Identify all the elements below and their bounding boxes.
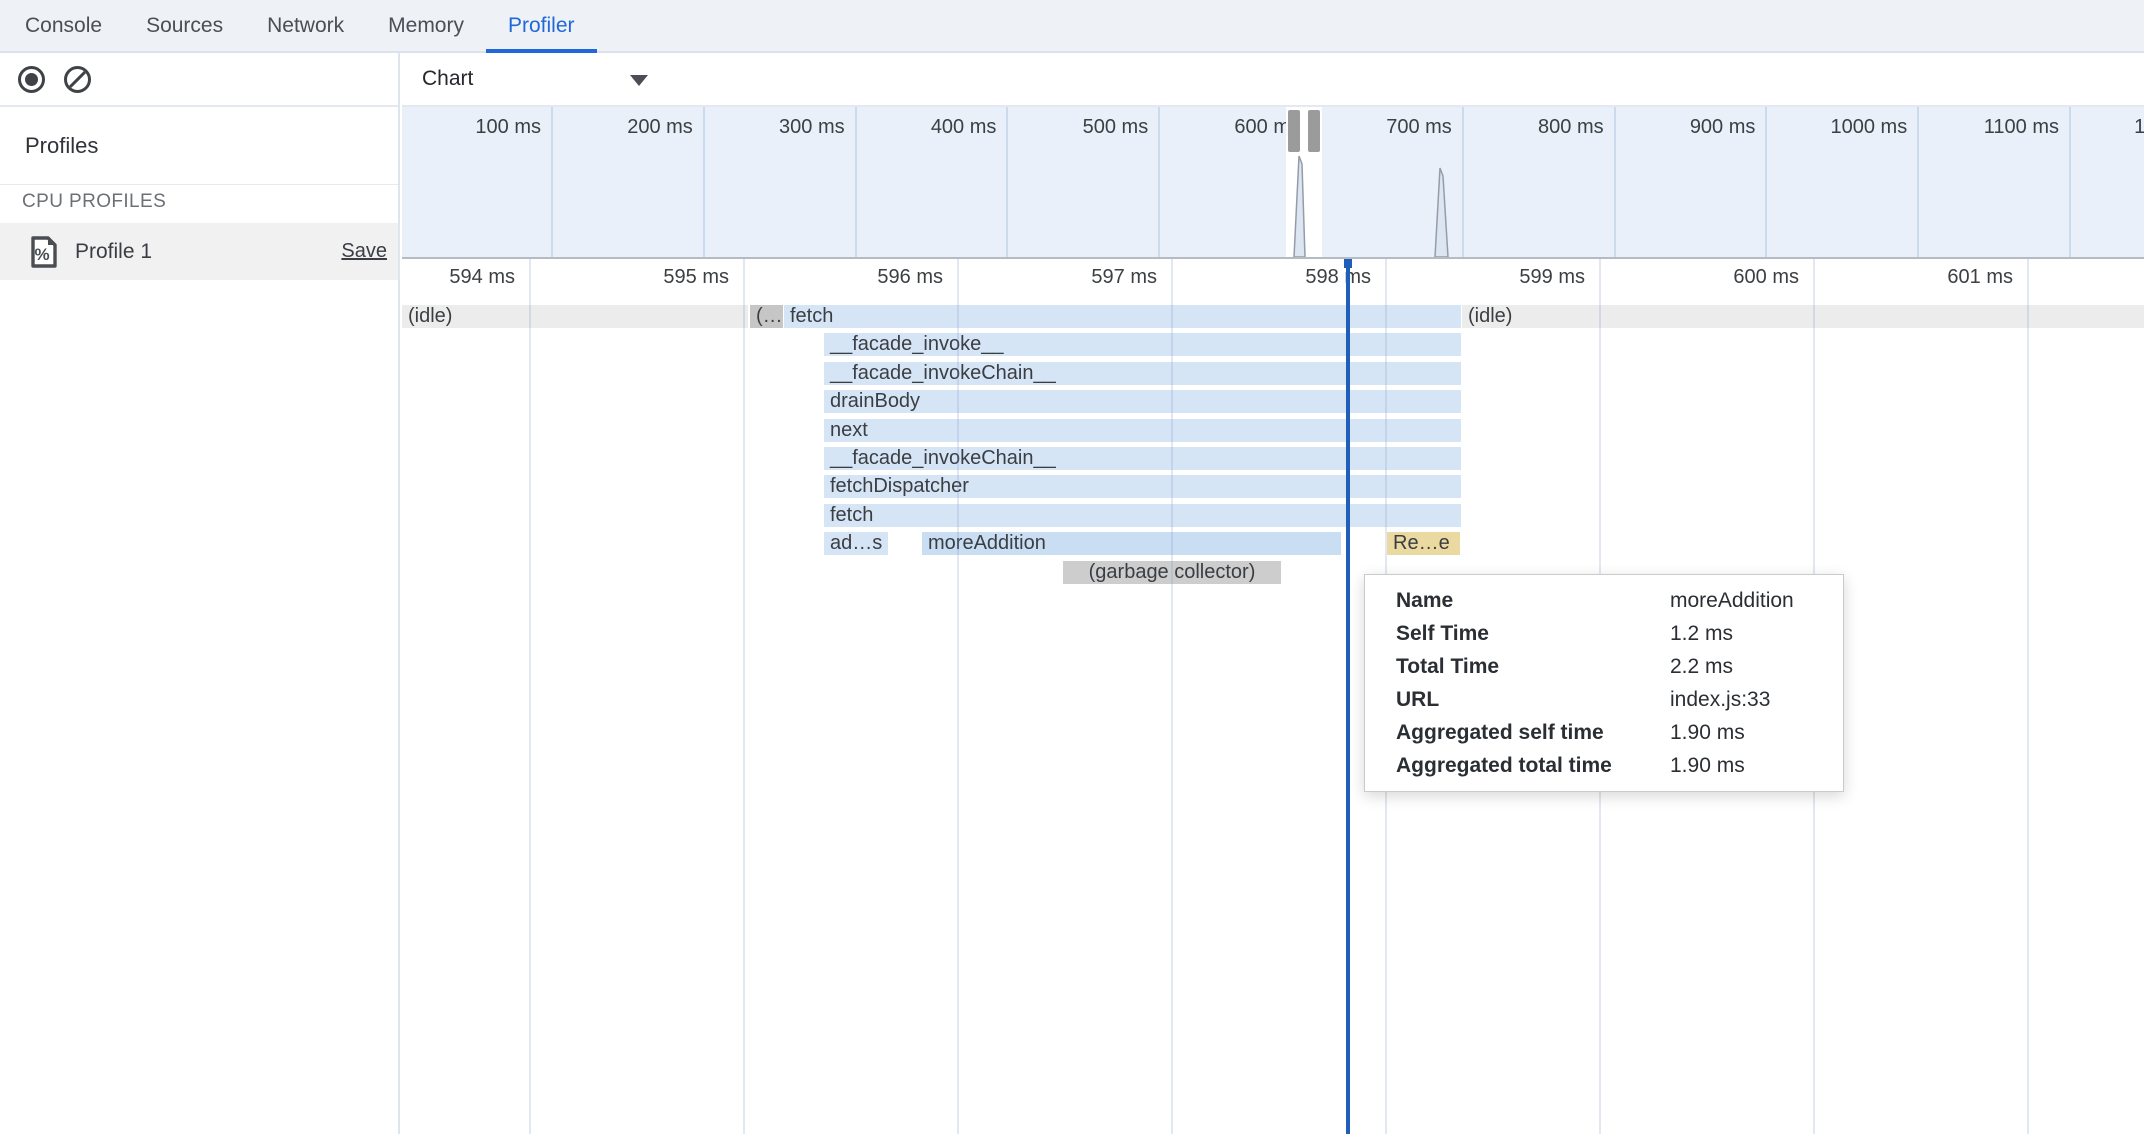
view-mode-label: Chart [422,67,473,91]
main-toolbar: Chart [402,53,2144,107]
tooltip-row: Aggregated total time1.90 ms [1396,749,1823,782]
flame-bar[interactable]: next [824,419,1461,442]
tooltip-row: Total Time2.2 ms [1396,650,1823,683]
tooltip-value: 1.90 ms [1670,749,1823,782]
tab-network[interactable]: Network [245,0,366,51]
overview-timeline[interactable]: 100 ms200 ms300 ms400 ms500 ms600 ms700 … [402,107,2144,259]
tooltip-value: 1.90 ms [1670,716,1823,749]
current-time-marker[interactable] [1346,259,1350,1134]
cpu-profiles-section-label: CPU PROFILES [22,191,166,213]
flame-bar[interactable]: ad…s [824,532,888,555]
save-profile-link[interactable]: Save [341,240,387,263]
cpu-activity-spikes [402,107,2144,257]
flame-bar[interactable]: Re…e [1387,532,1460,555]
tooltip-value: index.js:33 [1670,683,1823,716]
tooltip-label: URL [1396,683,1670,716]
record-profile-button[interactable] [18,66,45,93]
profiler-main: Chart 100 ms200 ms300 ms400 ms500 ms600 … [402,53,2144,1134]
ruler-tick-label: 594 ms [449,266,515,289]
svg-text:%: % [34,245,49,264]
flame-bar[interactable]: fetchDispatcher [824,475,1461,498]
tab-profiler[interactable]: Profiler [486,0,597,51]
detail-gridline [743,259,745,1134]
ruler-tick-label: 598 ms [1305,266,1371,289]
tooltip-row: URLindex.js:33 [1396,683,1823,716]
flame-bar[interactable]: (… [750,305,783,328]
tooltip-label: Aggregated self time [1396,716,1670,749]
clear-profiles-button[interactable] [64,66,91,93]
detail-gridline [529,259,531,1134]
chevron-down-icon [630,75,648,86]
flame-bar[interactable]: fetch [824,504,1461,527]
tooltip-value: 1.2 ms [1670,617,1823,650]
tooltip-row: NamemoreAddition [1396,584,1823,617]
profiler-panel: ConsoleSourcesNetworkMemoryProfiler Prof… [0,0,2144,1134]
tab-console[interactable]: Console [3,0,124,51]
profile-list-item[interactable]: % Profile 1 Save [0,223,398,280]
flame-chart: 594 ms 595 ms 596 ms 597 ms 598 ms 599 ms 600 … [402,259,2144,1134]
flame-bar[interactable]: __facade_invokeChain__ [824,362,1461,385]
flame-bar[interactable]: (garbage collector) [1063,561,1281,584]
profile-document-icon: % [30,236,58,268]
ruler-tick-label: 599 ms [1519,266,1585,289]
ruler-tick-label: 595 ms [663,266,729,289]
tooltip-row: Aggregated self time1.90 ms [1396,716,1823,749]
tooltip-row: Self Time1.2 ms [1396,617,1823,650]
flame-bar[interactable]: drainBody [824,390,1461,413]
flame-bar[interactable]: moreAddition [922,532,1341,555]
tooltip-label: Name [1396,584,1670,617]
tab-memory[interactable]: Memory [366,0,486,51]
detail-gridline [2027,259,2029,1134]
tooltip-label: Aggregated total time [1396,749,1670,782]
tooltip-value: 2.2 ms [1670,650,1823,683]
flame-bar[interactable]: (idle) [1462,305,2144,328]
flame-bar[interactable]: fetch [784,305,1461,328]
tooltip-label: Total Time [1396,650,1670,683]
tooltip-label: Self Time [1396,617,1670,650]
ruler-tick-label: 596 ms [877,266,943,289]
flame-bar[interactable]: __facade_invokeChain__ [824,447,1461,470]
profiles-header: Profiles [0,107,398,185]
devtools-tabbar: ConsoleSourcesNetworkMemoryProfiler [0,0,2144,53]
ruler-tick-label: 597 ms [1091,266,1157,289]
flame-bar[interactable]: (idle) [402,305,748,328]
ruler-tick-label: 600 ms [1733,266,1799,289]
ruler-tick-label: 601 ms [1947,266,2013,289]
sidebar-toolbar [0,53,398,107]
selection-handle-left[interactable] [1288,110,1300,152]
profile-name: Profile 1 [75,240,341,264]
flame-bar[interactable]: __facade_invoke__ [824,333,1461,356]
view-mode-select[interactable]: Chart [422,53,662,105]
sidebar: Profiles CPU PROFILES % Profile 1 Save [0,53,400,1134]
tooltip-value: moreAddition [1670,584,1823,617]
frame-tooltip: NamemoreAdditionSelf Time1.2 msTotal Tim… [1364,574,1844,792]
selection-handle-right[interactable] [1308,110,1320,152]
tab-sources[interactable]: Sources [124,0,245,51]
